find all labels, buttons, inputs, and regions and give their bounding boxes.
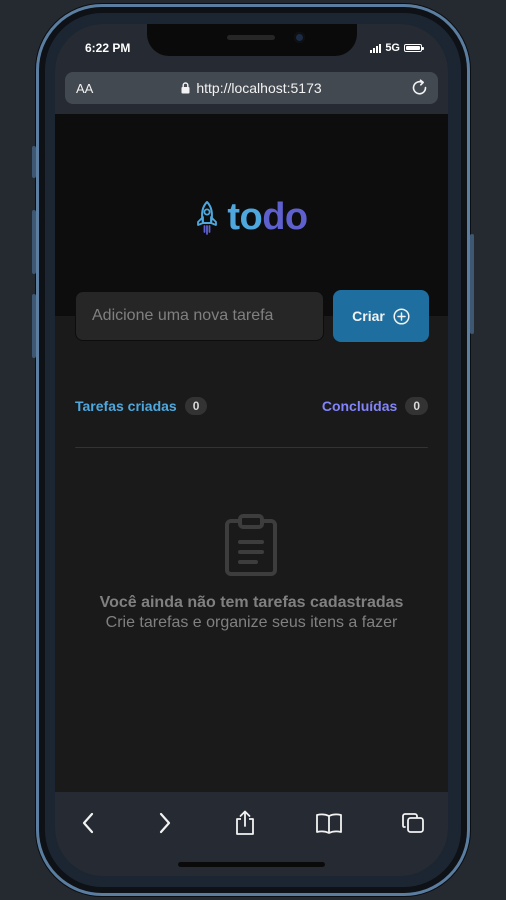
lock-icon [181, 82, 190, 94]
url-display[interactable]: http://localhost:5173 [65, 80, 438, 96]
done-counter: Concluídas 0 [322, 397, 428, 415]
notch [147, 24, 357, 56]
home-indicator[interactable] [178, 862, 325, 867]
rocket-icon [197, 200, 218, 235]
logo-text-do: do [262, 196, 308, 238]
bookmarks-button[interactable] [311, 808, 347, 838]
address-bar[interactable]: AA http://localhost:5173 [65, 72, 438, 104]
mute-switch [32, 146, 36, 178]
plus-circle-icon [393, 307, 410, 325]
share-button[interactable] [227, 808, 263, 838]
bookmarks-icon [316, 813, 342, 834]
empty-state-subtitle: Crie tarefas e organize seus itens a faz… [105, 614, 398, 631]
browser-address-area: AA http://localhost:5173 [55, 70, 448, 114]
back-button[interactable] [70, 808, 106, 838]
back-icon [82, 812, 94, 834]
tabs-icon [402, 813, 424, 833]
url-text: http://localhost:5173 [196, 80, 322, 96]
share-icon [236, 810, 254, 835]
status-indicators: 5G [370, 42, 424, 54]
created-counter: Tarefas criadas 0 [75, 397, 208, 415]
empty-state-title: Você ainda não tem tarefas cadastradas [99, 594, 404, 611]
power-button [470, 234, 474, 334]
new-task-input[interactable] [75, 291, 324, 341]
tabs-button[interactable] [395, 808, 431, 838]
create-button[interactable]: Criar [333, 290, 429, 342]
created-label: Tarefas criadas [75, 398, 177, 414]
logo-text: todo [227, 196, 308, 239]
speaker [227, 35, 275, 40]
volume-up-button [32, 210, 36, 274]
create-button-label: Criar [352, 308, 385, 324]
reload-icon[interactable] [411, 79, 429, 97]
clipboard-icon [225, 514, 277, 576]
network-label: 5G [385, 42, 400, 54]
empty-list-divider [75, 447, 428, 448]
app-content: todo Criar Tarefas criadas 0 Concluídas … [55, 114, 448, 792]
status-time: 6:22 PM [85, 41, 131, 55]
signal-icon [370, 43, 382, 53]
forward-icon [159, 812, 171, 834]
volume-down-button [32, 294, 36, 358]
camera [294, 32, 305, 43]
logo-text-to: to [227, 196, 263, 238]
battery-icon [404, 44, 424, 52]
created-count-badge: 0 [184, 397, 208, 415]
forward-button[interactable] [147, 808, 183, 838]
done-label: Concluídas [321, 398, 398, 414]
logo: todo [55, 196, 448, 239]
phone-screen: 6:22 PM 5G AA http://localhost:5173 todo… [55, 24, 448, 876]
done-count-badge: 0 [405, 397, 428, 415]
